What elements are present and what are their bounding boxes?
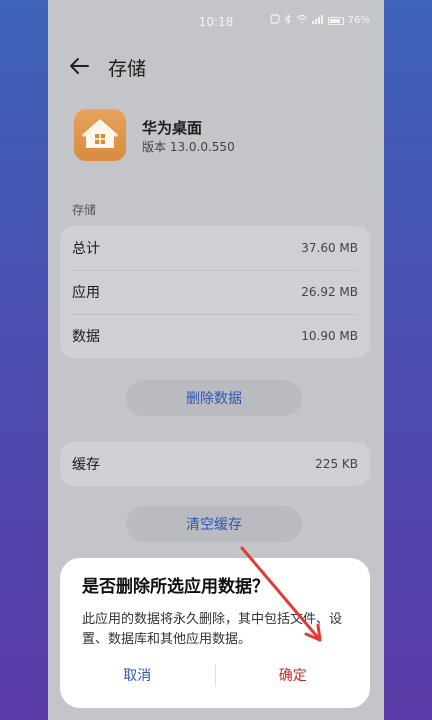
confirm-button[interactable]: 确定 xyxy=(216,660,371,690)
delete-confirm-dialog: 是否删除所选应用数据？ 此应用的数据将永久删除，其中包括文件、设置、数据库和其他… xyxy=(60,558,370,708)
dialog-actions: 取消 确定 xyxy=(60,660,370,690)
dialog-message: 此应用的数据将永久删除，其中包括文件、设置、数据库和其他应用数据。 xyxy=(82,612,343,647)
cancel-button[interactable]: 取消 xyxy=(60,660,215,690)
phone-screen: 10:18 76% 存储 华为桌面 版本 13.0.0.550 存储 总计 37… xyxy=(48,0,384,720)
dialog-title: 是否删除所选应用数据？ xyxy=(82,577,269,597)
